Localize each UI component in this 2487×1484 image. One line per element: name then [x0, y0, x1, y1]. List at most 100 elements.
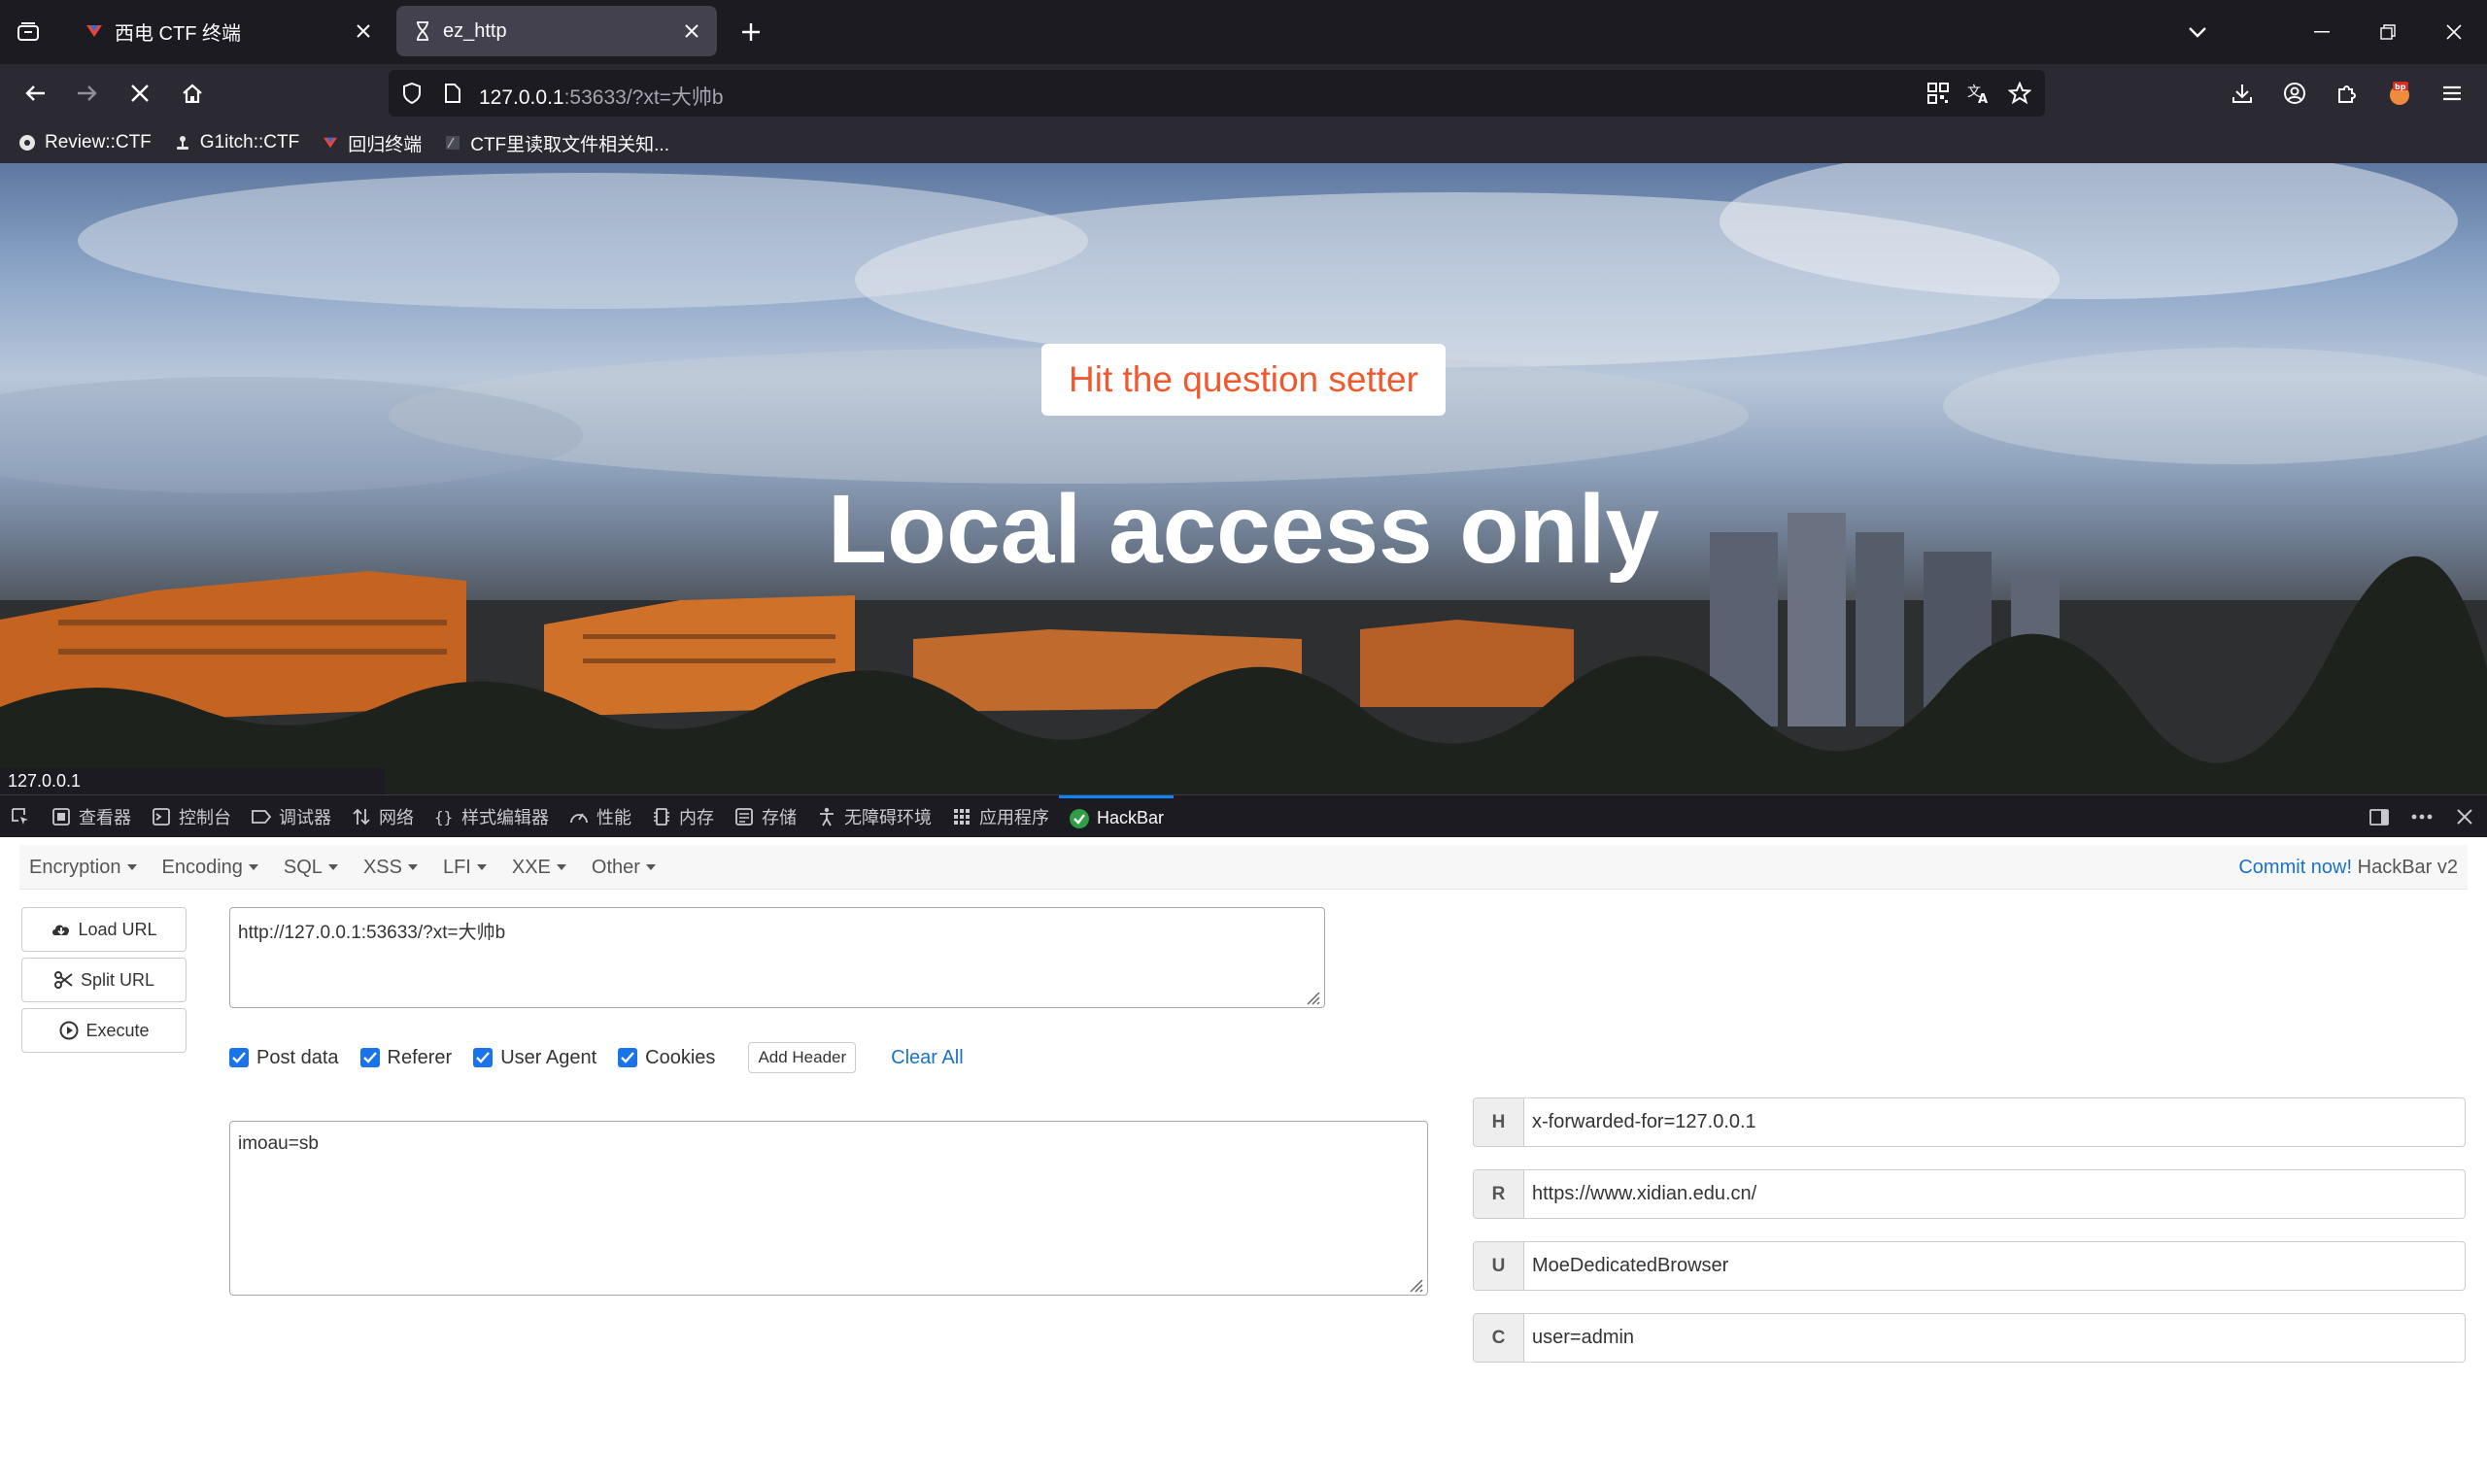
window-close-icon[interactable] [2421, 0, 2487, 64]
user-agent-checkbox[interactable]: User Agent [473, 1047, 596, 1069]
header-row-user-agent: U MoeDedicatedBrowser [1473, 1241, 2466, 1291]
menu-xss[interactable]: XSS [363, 857, 418, 879]
checkbox-checked-icon[interactable] [618, 1048, 638, 1067]
devtools-tab-accessibility[interactable]: 无障碍环境 [806, 795, 941, 838]
home-icon[interactable] [175, 76, 210, 111]
devtools-tab-label: 查看器 [79, 808, 131, 827]
bookmark-review-ctf[interactable]: Review::CTF [17, 132, 152, 153]
url-text[interactable]: 127.0.0.1:53633/?xt=大帅b [479, 82, 724, 111]
checkbox-label: User Agent [500, 1046, 597, 1068]
devtools-tab-inspector[interactable]: 查看器 [41, 795, 141, 838]
clear-all-link[interactable]: Clear All [891, 1047, 963, 1069]
chevron-down-icon[interactable] [2181, 16, 2214, 49]
web-page-viewport: Hit the question setter Local access onl… [0, 163, 2487, 794]
checkbox-checked-icon[interactable] [229, 1048, 249, 1067]
back-arrow-icon[interactable] [17, 76, 52, 111]
referer-input[interactable]: https://www.xidian.edu.cn/ [1524, 1170, 2465, 1218]
hackbar-version: HackBar v2 [2357, 857, 2458, 878]
bookmark-star-icon[interactable] [2006, 80, 2033, 107]
tab-ctf-terminal[interactable]: 西电 CTF 终端 [68, 6, 389, 56]
devtools-tab-performance[interactable]: 性能 [559, 795, 641, 838]
page-info-icon[interactable] [441, 82, 464, 105]
menu-sql[interactable]: SQL [284, 857, 338, 879]
devtools-tab-label: 应用程序 [979, 808, 1049, 827]
commit-now-link[interactable]: Commit now! [2238, 857, 2352, 878]
devtools-tab-style-editor[interactable]: {} 样式编辑器 [424, 795, 559, 838]
ctf-logo-icon [321, 133, 340, 152]
caret-down-icon [248, 864, 258, 870]
devtools-tab-network[interactable]: 网络 [341, 795, 424, 838]
menu-encryption[interactable]: Encryption [29, 857, 137, 879]
cookies-checkbox[interactable]: Cookies [618, 1047, 715, 1069]
memory-icon [651, 806, 672, 827]
gear-icon [17, 133, 37, 152]
account-icon[interactable] [2277, 76, 2312, 111]
close-devtools-icon[interactable] [2450, 802, 2479, 831]
devtools-tab-debugger[interactable]: 调试器 [241, 795, 341, 838]
inspector-icon [51, 806, 72, 827]
bookmark-ctf-file-read[interactable]: CTF里读取文件相关知... [443, 130, 669, 156]
execute-button[interactable]: Execute [21, 1008, 187, 1053]
translate-icon[interactable]: 文A [1965, 80, 1993, 107]
forward-arrow-icon[interactable] [70, 76, 105, 111]
bookmark-g1itch-ctf[interactable]: G1itch::CTF [173, 132, 299, 153]
dock-side-icon[interactable] [2365, 802, 2394, 831]
post-data-checkbox[interactable]: Post data [229, 1047, 339, 1069]
list-all-tabs-icon[interactable] [14, 17, 43, 47]
menu-label: Encryption [29, 856, 121, 878]
devtools-tab-application[interactable]: 应用程序 [941, 795, 1059, 838]
hit-question-setter-button[interactable]: Hit the question setter [1041, 344, 1446, 416]
referer-checkbox[interactable]: Referer [359, 1046, 453, 1069]
navigation-toolbar: 127.0.0.1:53633/?xt=大帅b 文A bp [0, 64, 2487, 122]
bookmark-label: Review::CTF [45, 132, 152, 152]
close-tab-icon[interactable] [674, 14, 709, 49]
hackbar-extension-icon[interactable]: bp [2382, 76, 2417, 111]
resize-grip-icon[interactable] [1304, 989, 1321, 1006]
checkbox-label: Referer [387, 1046, 453, 1068]
url-bar[interactable]: 127.0.0.1:53633/?xt=大帅b 文A [389, 70, 2045, 117]
header-fields: H x-forwarded-for=127.0.0.1 R https://ww… [1473, 1097, 2466, 1363]
split-url-button[interactable]: Split URL [21, 958, 187, 1002]
menu-lfi[interactable]: LFI [443, 857, 487, 879]
menu-xxe[interactable]: XXE [512, 857, 566, 879]
add-header-button[interactable]: Add Header [748, 1042, 857, 1073]
post-data-input[interactable]: imoau=sb [229, 1121, 1428, 1296]
page-headline: Local access only [827, 475, 1659, 584]
menu-label: XXE [511, 856, 551, 878]
menu-other[interactable]: Other [592, 857, 656, 879]
tab-ez-http[interactable]: ez_http [396, 6, 717, 56]
devtools-tab-hackbar[interactable]: HackBar [1059, 795, 1175, 838]
joystick-icon [173, 133, 192, 152]
more-options-icon[interactable] [2407, 802, 2436, 831]
close-tab-icon[interactable] [346, 14, 381, 49]
qr-code-icon[interactable] [1925, 80, 1952, 107]
checkbox-checked-icon[interactable] [473, 1048, 494, 1067]
minimize-icon[interactable] [2289, 0, 2355, 64]
hamburger-menu-icon[interactable] [2435, 76, 2470, 111]
play-circle-icon [58, 1020, 80, 1041]
devtools-tab-storage[interactable]: 存储 [724, 795, 806, 838]
load-url-button[interactable]: Load URL [21, 907, 187, 952]
resize-grip-icon[interactable] [1407, 1276, 1424, 1294]
tracking-protection-shield-icon[interactable] [400, 82, 424, 105]
menu-label: Encoding [161, 856, 243, 878]
url-input[interactable]: http://127.0.0.1:53633/?xt=大帅b [229, 907, 1325, 1008]
header-value-input[interactable]: x-forwarded-for=127.0.0.1 [1524, 1098, 2465, 1146]
stop-loading-icon[interactable] [122, 76, 157, 111]
restore-icon[interactable] [2355, 0, 2421, 64]
downloads-icon[interactable] [2225, 76, 2260, 111]
caret-down-icon [327, 864, 338, 870]
checkbox-checked-icon[interactable] [359, 1048, 380, 1067]
user-agent-input[interactable]: MoeDedicatedBrowser [1524, 1242, 2465, 1290]
devtools-tab-console[interactable]: 控制台 [141, 795, 241, 838]
extensions-puzzle-icon[interactable] [2330, 76, 2365, 111]
hackbar-icon [1069, 808, 1090, 829]
element-picker-icon[interactable] [0, 795, 41, 838]
bookmarks-toolbar: Review::CTF G1itch::CTF 回归终端 CTF里读取文件相关知… [0, 122, 2487, 163]
bookmark-return-terminal[interactable]: 回归终端 [321, 130, 422, 156]
ctf-logo-icon [84, 20, 105, 42]
new-tab-plus-icon[interactable] [734, 16, 767, 49]
devtools-tab-memory[interactable]: 内存 [641, 795, 724, 838]
cookie-input[interactable]: user=admin [1524, 1314, 2465, 1362]
menu-encoding[interactable]: Encoding [162, 857, 258, 879]
